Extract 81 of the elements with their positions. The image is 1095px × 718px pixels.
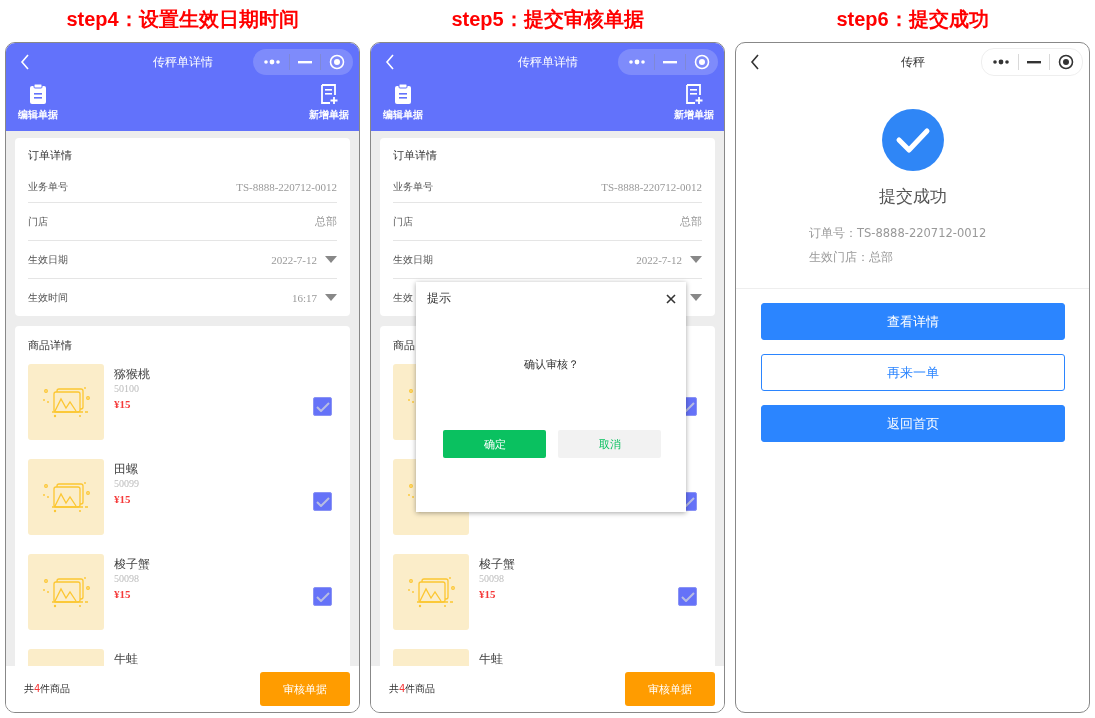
field-label: 生效时间: [28, 290, 68, 305]
close-icon[interactable]: [666, 293, 676, 304]
image-placeholder-icon: [41, 386, 91, 418]
step-title: step6：提交成功: [835, 6, 990, 32]
review-button[interactable]: 审核单据: [625, 672, 715, 706]
field-value: TS-8888-220712-0012: [236, 181, 337, 193]
section-title: 商品详情: [28, 337, 73, 354]
product-price: ¥15: [114, 587, 132, 602]
success-check-icon: [881, 109, 944, 171]
checkbox[interactable]: [313, 397, 332, 416]
check-icon: [680, 591, 695, 602]
item-count: 共4件商品: [24, 682, 71, 696]
cancel-button[interactable]: 取消: [558, 430, 661, 458]
section-title: 订单详情: [28, 147, 73, 164]
step-title: step5：提交审核单据: [450, 6, 645, 32]
check-icon: [315, 401, 330, 412]
field-label: 业务单号: [393, 180, 433, 194]
document-plus-icon: [320, 83, 338, 105]
field-label: 门店: [28, 214, 48, 229]
caret-icon[interactable]: [325, 294, 337, 301]
page-title: 传秤单详情: [152, 53, 213, 71]
product-price: ¥15: [479, 587, 497, 602]
product-name: 猕猴桃: [114, 366, 151, 382]
image-placeholder-icon: [406, 576, 456, 608]
image-placeholder-icon: [41, 481, 91, 513]
checkbox[interactable]: [313, 587, 332, 606]
product-name: 梭子蟹: [479, 556, 516, 572]
toolbar-button[interactable]: 新增单据: [668, 81, 720, 131]
toolbar-button[interactable]: 编辑单据: [12, 81, 64, 131]
field-value[interactable]: 2022-7-12: [271, 253, 317, 266]
review-button[interactable]: 审核单据: [260, 672, 350, 706]
check-icon: [315, 496, 330, 507]
more-icon[interactable]: [992, 59, 1010, 65]
document-plus-icon: [685, 83, 703, 105]
caret-icon[interactable]: [690, 256, 702, 263]
product-name: 梭子蟹: [114, 556, 151, 572]
product-code: 50098: [114, 572, 140, 586]
info-text: 订单号：TS-8888-220712-0012: [809, 226, 988, 241]
back-icon[interactable]: [750, 54, 760, 70]
check-icon: [315, 591, 330, 602]
section-title: 订单详情: [393, 147, 438, 164]
field-value[interactable]: 16:17: [291, 291, 317, 304]
success-heading: 提交成功: [878, 185, 947, 208]
field-value: 总部: [680, 214, 702, 229]
info-text: 生效门店：总部: [809, 250, 894, 265]
product-code: 50099: [114, 477, 140, 491]
product-price: ¥15: [114, 492, 132, 507]
toolbar-button[interactable]: 编辑单据: [377, 81, 429, 131]
product-code: 50100: [114, 382, 140, 396]
checkbox[interactable]: [313, 492, 332, 511]
step-title: step4：设置生效日期时间: [65, 6, 300, 32]
field-label: 业务单号: [28, 180, 68, 194]
field-value: TS-8888-220712-0012: [601, 181, 702, 193]
field-label: 门店: [393, 214, 413, 229]
caret-icon[interactable]: [325, 256, 337, 263]
page-title: 传秤单详情: [517, 53, 578, 71]
field-value: 总部: [315, 214, 337, 229]
product-code: 50098: [479, 572, 505, 586]
caret-icon[interactable]: [690, 294, 702, 301]
section-title: 商品: [393, 337, 416, 354]
product-name: 田螺: [114, 461, 139, 477]
product-price: ¥15: [114, 397, 132, 412]
action-button[interactable]: 返回首页: [761, 405, 1065, 442]
action-button[interactable]: 再来一单: [761, 354, 1065, 391]
toolbar-button[interactable]: 新增单据: [303, 81, 355, 131]
product-name: 牛蛙: [479, 651, 504, 666]
minimize-icon[interactable]: [1027, 60, 1041, 64]
checkbox[interactable]: [678, 587, 697, 606]
image-placeholder-icon: [41, 576, 91, 608]
item-count: 共4件商品: [389, 682, 436, 696]
action-button[interactable]: 查看详情: [761, 303, 1065, 340]
product-name: 牛蛙: [114, 651, 139, 666]
field-value[interactable]: 2022-7-12: [636, 253, 682, 266]
page-title: 传秤: [900, 53, 925, 71]
dialog-message: 确认审核？: [523, 357, 580, 372]
close-target-icon[interactable]: [1058, 54, 1074, 70]
field-label: 生效: [393, 290, 413, 305]
field-label: 生效日期: [393, 252, 433, 267]
confirm-button[interactable]: 确定: [443, 430, 546, 458]
dialog-title: 提示: [427, 290, 451, 307]
field-label: 生效日期: [28, 252, 68, 267]
